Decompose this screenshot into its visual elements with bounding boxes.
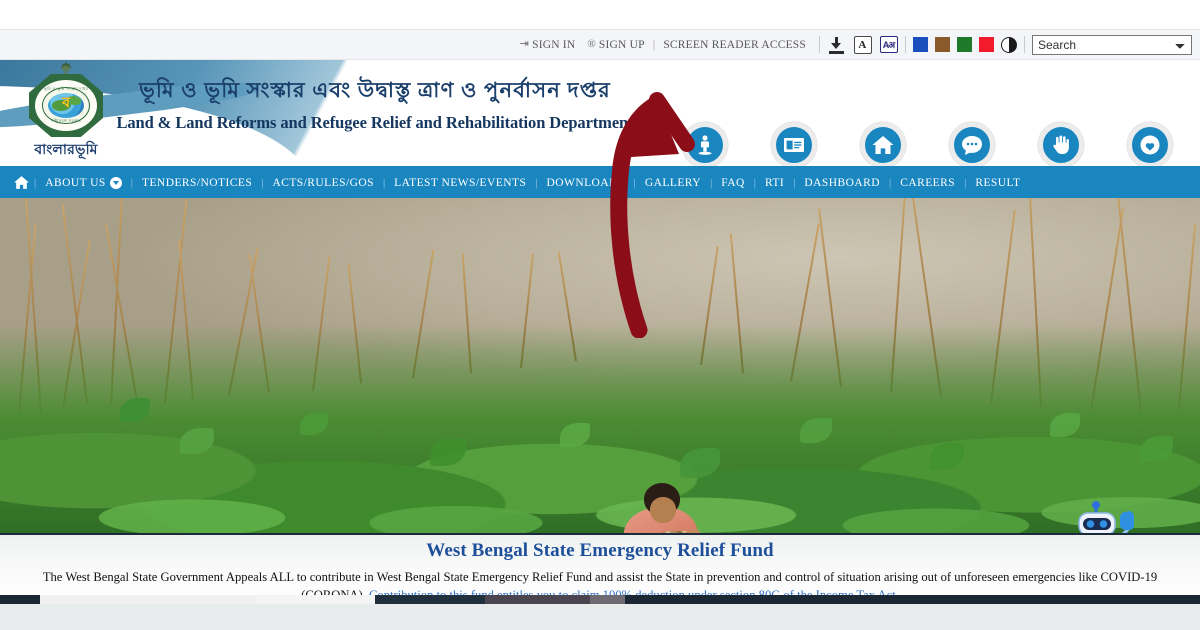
nav-separator: | [889, 176, 892, 189]
nav-separator: | [633, 176, 636, 189]
screen-reader-label: SCREEN READER ACCESS [663, 38, 806, 51]
theme-swatch-blue[interactable] [913, 37, 928, 52]
nav-item-tenders-notices[interactable]: TENDERS/NOTICES [133, 177, 261, 189]
quick-services-group: Special Citizen Service (RCCMS) Citizen … [660, 122, 1194, 166]
nav-separator: | [261, 176, 264, 189]
theme-swatch-brown[interactable] [935, 37, 950, 52]
nav-separator: | [130, 176, 133, 189]
topbar-links-group: ⇥ SIGN IN ® SIGN UP | SCREEN READER ACCE… [514, 34, 1192, 55]
font-size-button[interactable]: A [853, 35, 872, 54]
nav-separator: | [382, 176, 386, 189]
nav-item-label: TENDERS/NOTICES [141, 176, 253, 189]
main-navigation: | ABOUT US | TENDERS/NOTICES | ACTS/RULE… [0, 166, 1200, 198]
nav-item-label: ABOUT US [45, 176, 106, 189]
department-title-english: Land & Land Reforms and Refugee Relief a… [116, 113, 634, 132]
topbar-divider-1 [819, 36, 820, 53]
nav-separator: | [535, 176, 538, 189]
nav-item-label: GALLERY [644, 176, 702, 189]
nav-item-label: CAREERS [900, 176, 956, 189]
taskbar-segment [375, 595, 485, 604]
nav-item-gallery[interactable]: GALLERY [636, 177, 710, 189]
service-citizen-services[interactable]: Citizen Services [749, 122, 838, 166]
topbar-separator-1: | [652, 37, 656, 51]
service-query-search[interactable]: Query Search [927, 122, 1016, 166]
page-root: ⇥ SIGN IN ® SIGN UP | SCREEN READER ACCE… [0, 0, 1200, 630]
chat-bubble-icon [948, 122, 995, 166]
relief-fund-title: West Bengal State Emergency Relief Fund [426, 540, 774, 561]
nav-item-acts-rules-gos[interactable]: ACTS/RULES/GOS [263, 177, 383, 189]
nav-separator: | [793, 176, 796, 189]
nav-item-latest-news-events[interactable]: LATEST NEWS/EVENTS [385, 177, 535, 189]
site-header: ভূমি ও ভূমি সংস্কার দপ্তর পশ্চিমবঙ্গ সরক… [0, 60, 1200, 166]
sign-up-link[interactable]: ® SIGN UP [581, 39, 650, 51]
nav-item-label: LATEST NEWS/EVENTS [394, 176, 527, 189]
nav-separator: | [753, 176, 756, 189]
raised-hand-icon [1037, 122, 1084, 166]
topbar-divider-2 [905, 36, 906, 53]
nav-item-about-us[interactable]: ABOUT US [36, 176, 131, 189]
bangla-bhumi-seal-icon: ভূমি ও ভূমি সংস্কার দপ্তর পশ্চিমবঙ্গ সরক… [29, 73, 103, 137]
nav-item-result[interactable]: RESULT [966, 177, 1029, 189]
farmer-figure [610, 483, 720, 533]
topbar-divider-3 [1024, 36, 1025, 53]
taskbar-segment [485, 595, 590, 604]
utility-topbar: ⇥ SIGN IN ® SIGN UP | SCREEN READER ACCE… [0, 30, 1200, 60]
nav-item-rti[interactable]: RTI [756, 177, 793, 189]
download-icon [828, 36, 845, 54]
nav-item-label: ACTS/RULES/GOS [272, 176, 374, 189]
department-title-bengali: ভূমি ও ভূমি সংস্কার এবং উদ্বাস্তু ত্রাণ … [139, 78, 611, 102]
nav-item-careers[interactable]: CAREERS [891, 177, 964, 189]
department-title-block: ভূমি ও ভূমি সংস্কার এবং উদ্বাস্তু ত্রাণ … [95, 74, 655, 133]
globe-heart-icon [1126, 122, 1173, 166]
nav-item-label: FAQ [721, 176, 745, 189]
service-mouza-information[interactable]: Mouza Information [1105, 122, 1194, 166]
nav-item-downloads[interactable]: DOWNLOADS [538, 177, 634, 189]
nav-item-dashboard[interactable]: DASHBOARD [795, 177, 889, 189]
topbar-icon-group: A Aअ [827, 35, 898, 54]
theme-swatch-green[interactable] [957, 37, 972, 52]
taskbar-segment [255, 595, 375, 604]
sign-in-link[interactable]: ⇥ SIGN IN [514, 39, 582, 51]
sign-in-label: SIGN IN [532, 38, 576, 51]
chevron-down-icon [109, 176, 122, 189]
screen-reader-access-link[interactable]: SCREEN READER ACCESS [657, 39, 812, 51]
nav-separator: | [710, 176, 713, 189]
browser-chrome-strip [0, 0, 1200, 30]
page-background-bottom [0, 604, 1200, 630]
theme-swatch-group [913, 36, 1017, 53]
taskbar-segment [590, 595, 625, 604]
search-select[interactable]: Search [1032, 34, 1192, 55]
hero-banner-image [0, 198, 1200, 533]
os-taskbar-sliver [0, 595, 1200, 604]
nav-item-faq[interactable]: FAQ [712, 177, 754, 189]
nav-separator: | [34, 176, 37, 189]
language-icon: Aअ [879, 36, 898, 53]
contrast-toggle-icon[interactable] [1001, 36, 1017, 53]
taskbar-segment [40, 595, 255, 604]
service-special-citizen-service[interactable]: Special Citizen Service (RCCMS) [660, 122, 749, 166]
font-size-icon: A [853, 35, 872, 54]
sign-in-icon: ⇥ [519, 38, 530, 50]
logo-caption: বাংলারভূমি [34, 143, 98, 158]
seal-text-bottom: পশ্চিমবঙ্গ সরকার [50, 118, 82, 123]
home-icon [859, 122, 906, 166]
hero-foreground-plants [0, 405, 1200, 533]
nav-item-label: DASHBOARD [804, 176, 880, 189]
service-know-your-property[interactable]: Know Your Property [838, 122, 927, 166]
id-card-icon [770, 122, 817, 166]
seal-letter: ব [62, 95, 70, 111]
nav-home-icon[interactable] [8, 174, 34, 191]
download-button[interactable] [827, 35, 846, 54]
nav-item-label: RESULT [975, 176, 1021, 189]
nav-item-label: RTI [764, 176, 785, 189]
theme-swatch-red[interactable] [979, 37, 994, 52]
language-button[interactable]: Aअ [879, 35, 898, 54]
nav-separator: | [964, 176, 967, 189]
sign-up-label: SIGN UP [598, 38, 645, 51]
nav-item-label: DOWNLOADS [546, 176, 625, 189]
person-podium-icon [681, 122, 728, 166]
relief-fund-banner: West Bengal State Emergency Relief Fund … [0, 533, 1200, 602]
sign-up-icon: ® [587, 38, 596, 50]
service-public-grievance[interactable]: Public Grievance [1016, 122, 1105, 166]
